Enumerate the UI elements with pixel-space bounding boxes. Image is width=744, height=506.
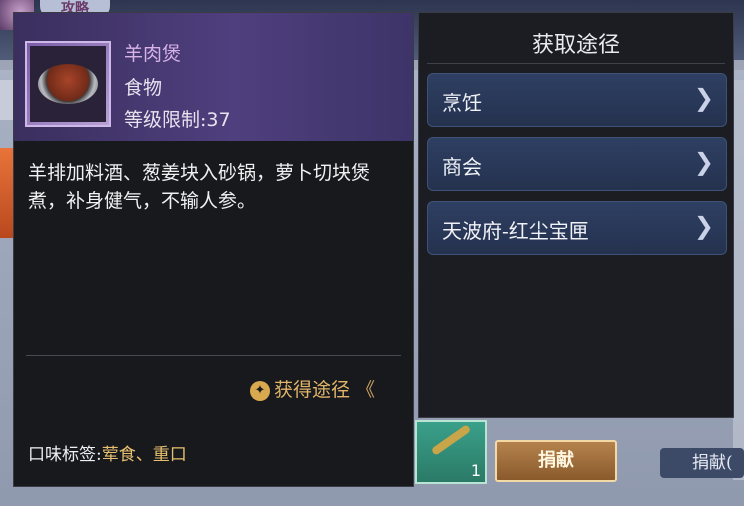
- item-description: 羊排加料酒、葱姜块入砂锅，萝卜切块煲煮，补身健气，不输人参。: [28, 162, 371, 212]
- compass-icon: ✦: [250, 381, 270, 401]
- item-slot[interactable]: 1: [415, 420, 487, 484]
- background-orange-banner: [0, 148, 14, 238]
- background-right-strip: [733, 80, 744, 480]
- item-level-label: 等级限制: [124, 109, 201, 131]
- tooltip-divider: [26, 355, 401, 356]
- flavor-tags-values: 荤食、重口: [101, 445, 187, 465]
- needle-icon: [430, 424, 472, 456]
- item-level-value: 37: [206, 109, 231, 131]
- item-icon: [30, 46, 106, 122]
- obtain-ways-link[interactable]: ✦ 获得途径《: [250, 375, 375, 402]
- item-slot-count: 1: [470, 461, 481, 480]
- donate-button[interactable]: 捐献: [495, 440, 617, 482]
- chevron-right-icon: ❯: [693, 148, 714, 176]
- flavor-tags: 口味标签:荤食、重口: [28, 440, 187, 465]
- item-type: 食物: [124, 77, 163, 99]
- donate-button-secondary[interactable]: 捐献(: [660, 448, 744, 478]
- flavor-tags-label: 口味标签:: [28, 445, 102, 465]
- tooltip-header: 羊肉煲 食物 等级限制:37: [14, 13, 413, 141]
- item-name: 羊肉煲: [124, 43, 182, 65]
- item-tooltip: 羊肉煲 食物 等级限制:37 羊排加料酒、葱姜块入砂锅，萝卜切块煲煮，补身健气，…: [13, 12, 414, 487]
- item-level: 等级限制:37: [124, 109, 231, 131]
- way-item-tianbo-treasure-box[interactable]: 天波府-红尘宝匣 ❯: [427, 201, 727, 255]
- obtain-ways-panel: 获取途径 烹饪 ❯ 商会 ❯ 天波府-红尘宝匣 ❯: [418, 12, 734, 418]
- obtain-ways-label: 获得途径: [274, 379, 351, 401]
- item-icon-frame: [25, 41, 111, 127]
- way-item-label: 天波府-红尘宝匣: [442, 219, 589, 243]
- double-chevron-left-icon: 《: [356, 379, 376, 401]
- obtain-ways-divider: [427, 63, 725, 64]
- background-left-tab: [0, 80, 14, 120]
- way-item-cooking[interactable]: 烹饪 ❯: [427, 73, 727, 127]
- chevron-right-icon: ❯: [693, 212, 714, 240]
- way-item-chamber-of-commerce[interactable]: 商会 ❯: [427, 137, 727, 191]
- chevron-right-icon: ❯: [693, 84, 714, 112]
- way-item-label: 烹饪: [442, 91, 482, 115]
- way-item-label: 商会: [442, 155, 482, 179]
- obtain-ways-title: 获取途径: [531, 33, 620, 58]
- mutton-pot-icon: [38, 64, 98, 104]
